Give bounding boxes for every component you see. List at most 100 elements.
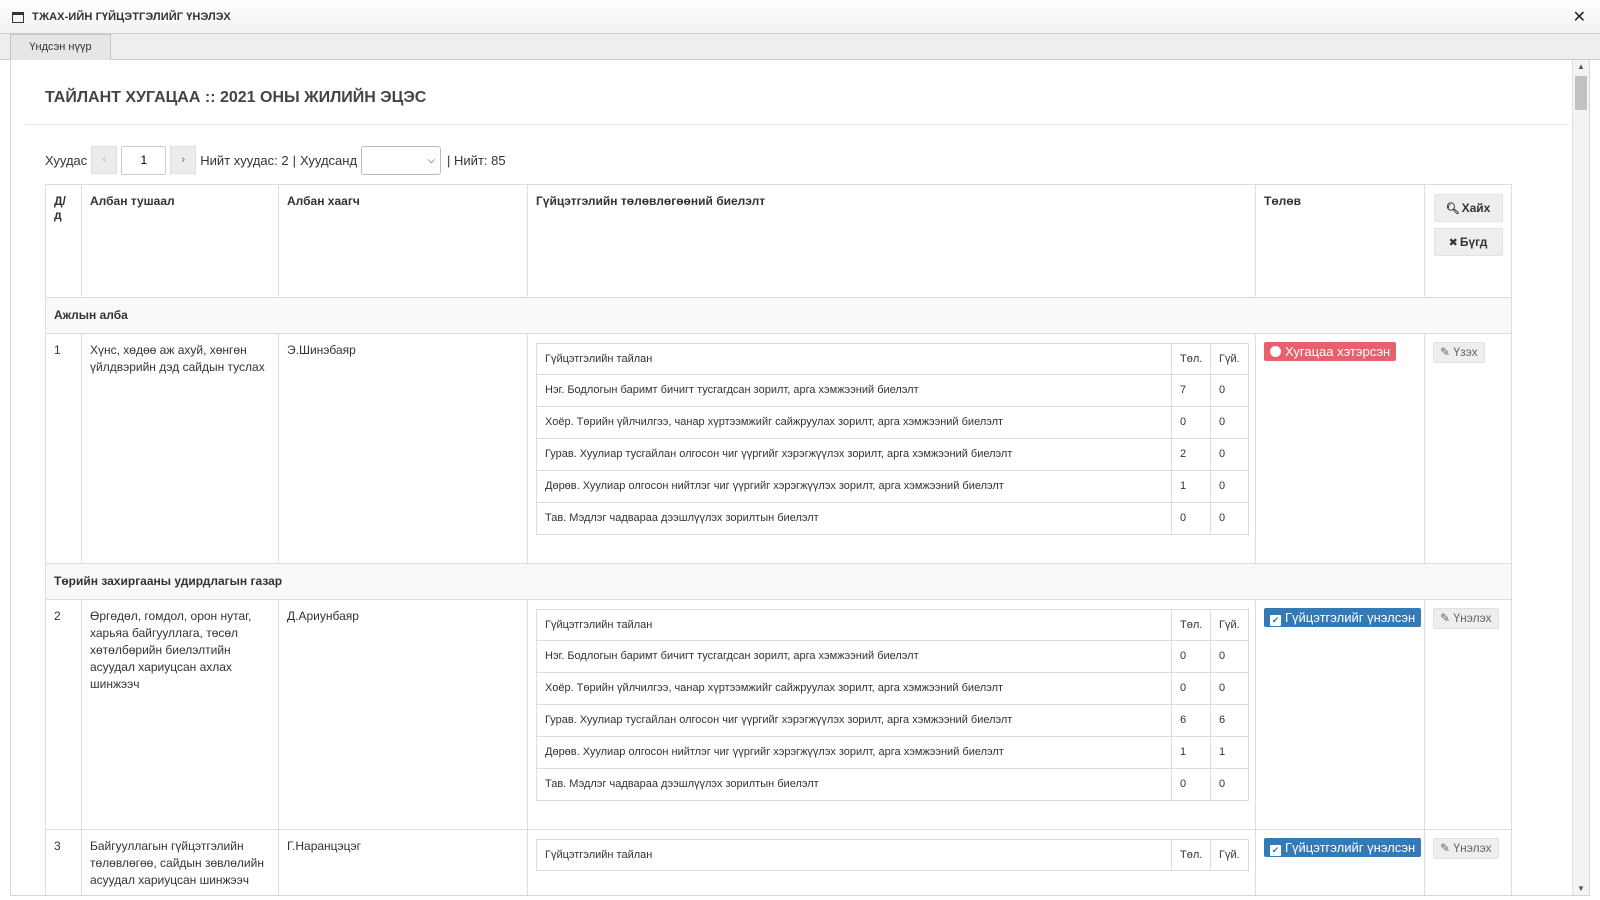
report-done: 0: [1210, 640, 1249, 673]
evaluate-button[interactable]: ✎ Үнэлэх: [1433, 838, 1499, 859]
report-done: 0: [1210, 768, 1249, 801]
report-row: Тав. Мэдлэг чадвараа дээшлүүлэх зорилтын…: [536, 502, 1249, 535]
table-row: 2 Өргөдөл, гомдол, орон нутаг, харьяа ба…: [45, 599, 1512, 830]
header-status: Төлөв: [1255, 184, 1425, 298]
window-icon: [12, 12, 24, 23]
status-badge-label: Хугацаа хэтэрсэн: [1285, 344, 1391, 359]
header-position: Албан тушаал: [81, 184, 279, 298]
row-employee: Д.Ариунбаяр: [278, 599, 528, 830]
close-icon[interactable]: ✕: [1573, 7, 1586, 27]
pager-total-pages: Нийт хуудас: 2: [200, 152, 289, 168]
content-frame: ▲ ▼ ТАЙЛАНТ ХУГАЦАА :: 2021 ОНЫ ЖИЛИЙН Э…: [10, 60, 1590, 896]
group-name: Ажлын алба: [45, 297, 1512, 334]
group-row: Төрийн захиргааны удирдлагын газар: [45, 563, 1512, 600]
report-done: 1: [1210, 736, 1249, 769]
table-header-row: Д/д Албан тушаал Албан хаагч Гүйцэтгэлий…: [45, 184, 1512, 298]
row-position: Өргөдөл, гомдол, орон нутаг, харьяа байг…: [81, 599, 279, 830]
report-row: Гурав. Хуулиар тусгайлан олгосон чиг үүр…: [536, 438, 1249, 471]
report-planned: 1: [1171, 736, 1211, 769]
view-button[interactable]: ✎ Үзэх: [1433, 342, 1485, 363]
report-col-planned: Төл.: [1171, 609, 1211, 641]
page-title: ТАЙЛАНТ ХУГАЦАА :: 2021 ОНЫ ЖИЛИЙН ЭЦЭС: [45, 89, 427, 106]
report-row: Хоёр. Төрийн үйлчилгээ, чанар хүртээмжий…: [536, 672, 1249, 705]
report-header-row: Гүйцэтгэлийн тайлан Төл. Гүй.: [536, 839, 1249, 871]
edit-icon: ✎: [1440, 345, 1451, 359]
tab-strip: Үндсэн нүүр: [0, 34, 1600, 60]
vertical-scrollbar[interactable]: ▲ ▼: [1572, 60, 1589, 895]
report-header-row: Гүйцэтгэлийн тайлан Төл. Гүй.: [536, 609, 1249, 641]
header-employee: Албан хаагч: [278, 184, 528, 298]
scroll-thumb[interactable]: [1575, 76, 1587, 110]
report-item: Нэг. Бодлогын баримт бичигт тусгагдсан з…: [536, 640, 1172, 673]
report-done: 0: [1210, 374, 1249, 407]
report-item: Гурав. Хуулиар тусгайлан олгосон чиг үүр…: [536, 704, 1172, 737]
pager-per-page-select[interactable]: ⌵: [361, 145, 442, 175]
row-position: Байгууллагын гүйцэтгэлийн төлөвлөгөө, са…: [81, 829, 279, 895]
table-row: 1 Хүнс, хөдөө аж ахуй, хөнгөн үйлдвэрийн…: [45, 333, 1512, 564]
report-done: 0: [1210, 502, 1249, 535]
pager-separator: |: [292, 152, 296, 168]
report-row: Дөрөв. Хуулиар олгосон нийтлэг чиг үүрги…: [536, 736, 1249, 769]
pager-page-label: Хуудас: [45, 152, 88, 168]
row-position: Хүнс, хөдөө аж ахуй, хөнгөн үйлдвэрийн д…: [81, 333, 279, 564]
report-col-done: Гүй.: [1210, 609, 1249, 641]
row-status: ✔ Гүйцэтгэлийг үнэлсэн: [1255, 829, 1425, 895]
row-status: ✔ Гүйцэтгэлийг үнэлсэн: [1255, 599, 1425, 830]
row-execution: Гүйцэтгэлийн тайлан Төл. Гүй. Нэг. Бодло…: [527, 333, 1256, 564]
circle-icon: [1270, 346, 1281, 357]
chevron-down-icon: ⌵: [427, 154, 436, 166]
title-divider: [25, 124, 1569, 125]
search-button[interactable]: 🔍︎ Хайх: [1433, 194, 1503, 222]
evaluate-button-label: Үнэлэх: [1453, 611, 1492, 625]
pager-prev-button[interactable]: ‹: [91, 146, 118, 174]
row-index: 2: [45, 599, 82, 830]
status-badge-label: Гүйцэтгэлийг үнэлсэн: [1285, 840, 1416, 855]
edit-icon: ✎: [1440, 841, 1451, 855]
pager: Хуудас ‹ › Нийт хуудас: 2 | Хуудсанд ⌵ |…: [45, 145, 506, 175]
report-item: Тав. Мэдлэг чадвараа дээшлүүлэх зорилтын…: [536, 502, 1172, 535]
group-row: Ажлын алба: [45, 297, 1512, 334]
report-planned: 0: [1171, 640, 1211, 673]
status-badge: Хугацаа хэтэрсэн: [1264, 342, 1397, 361]
report-row: Тав. Мэдлэг чадвараа дээшлүүлэх зорилтын…: [536, 768, 1249, 801]
row-action: ✎ Үнэлэх: [1424, 599, 1512, 830]
row-index: 3: [45, 829, 82, 895]
checkbox-checked-icon: ✔: [1270, 615, 1281, 626]
clear-filter-button[interactable]: ✖ Бүгд: [1433, 228, 1503, 256]
tab-home[interactable]: Үндсэн нүүр: [10, 34, 111, 60]
pager-next-button[interactable]: ›: [170, 146, 197, 174]
report-item: Нэг. Бодлогын баримт бичигт тусгагдсан з…: [536, 374, 1172, 407]
clear-filter-label: Бүгд: [1459, 235, 1488, 249]
report-done: 0: [1210, 406, 1249, 439]
window-title-bar: ТЖАХ-ИЙН ГҮЙЦЭТГЭЛИЙГ ҮНЭЛЭХ ✕: [0, 0, 1600, 34]
pager-total-count: | Нийт: 85: [447, 152, 506, 168]
row-execution: Гүйцэтгэлийн тайлан Төл. Гүй. Нэг. Бодло…: [527, 599, 1256, 830]
pager-page-input[interactable]: [121, 145, 167, 175]
evaluate-button-label: Үнэлэх: [1453, 841, 1492, 855]
report-planned: 7: [1171, 374, 1211, 407]
header-execution: Гүйцэтгэлийн төлөвлөгөөний биелэлт: [527, 184, 1256, 298]
row-employee: Э.Шинэбаяр: [278, 333, 528, 564]
scroll-up-icon[interactable]: ▲: [1573, 60, 1589, 74]
report-row: Нэг. Бодлогын баримт бичигт тусгагдсан з…: [536, 374, 1249, 407]
report-col-done: Гүй.: [1210, 343, 1249, 375]
report-item: Гурав. Хуулиар тусгайлан олгосон чиг үүр…: [536, 438, 1172, 471]
report-item: Хоёр. Төрийн үйлчилгээ, чанар хүртээмжий…: [536, 672, 1172, 705]
pager-per-page-label: Хуудсанд: [300, 152, 358, 168]
report-planned: 0: [1171, 672, 1211, 705]
evaluate-button[interactable]: ✎ Үнэлэх: [1433, 608, 1499, 629]
report-table: Гүйцэтгэлийн тайлан Төл. Гүй. Нэг. Бодло…: [536, 343, 1249, 535]
report-row: Нэг. Бодлогын баримт бичигт тусгагдсан з…: [536, 640, 1249, 673]
group-name: Төрийн захиргааны удирдлагын газар: [45, 563, 1512, 600]
report-header-row: Гүйцэтгэлийн тайлан Төл. Гүй.: [536, 343, 1249, 375]
report-item: Тав. Мэдлэг чадвараа дээшлүүлэх зорилтын…: [536, 768, 1172, 801]
report-col-planned: Төл.: [1171, 839, 1211, 871]
scroll-down-icon[interactable]: ▼: [1573, 882, 1589, 895]
close-icon: ✖: [1448, 237, 1458, 249]
report-row: Хоёр. Төрийн үйлчилгээ, чанар хүртээмжий…: [536, 406, 1249, 439]
window-title: ТЖАХ-ИЙН ГҮЙЦЭТГЭЛИЙГ ҮНЭЛЭХ: [32, 11, 231, 23]
report-done: 0: [1210, 672, 1249, 705]
view-button-label: Үзэх: [1453, 345, 1478, 359]
report-done: 0: [1210, 438, 1249, 471]
report-planned: 2: [1171, 438, 1211, 471]
